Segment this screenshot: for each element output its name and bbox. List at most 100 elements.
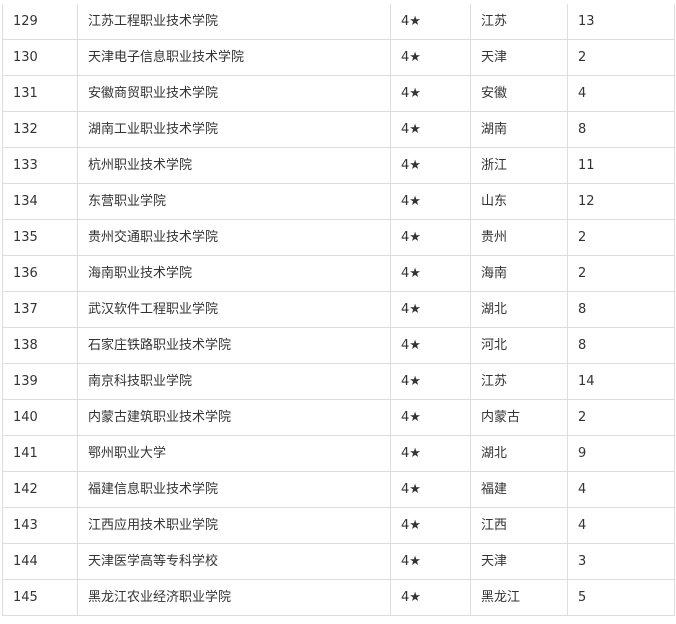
province-cell: 河北 [470, 327, 568, 364]
province-cell: 安徽 [470, 75, 568, 112]
rank-cell: 130 [2, 39, 78, 76]
star-rating-cell: 4★ [390, 219, 471, 256]
count-cell: 3 [567, 543, 675, 580]
table-row: 142 福建信息职业技术学院 4★ 福建 4 [2, 471, 675, 508]
province-cell: 湖南 [470, 111, 568, 148]
school-name-cell: 海南职业技术学院 [77, 255, 391, 292]
count-cell: 2 [567, 255, 675, 292]
school-name-cell: 杭州职业技术学院 [77, 147, 391, 184]
star-rating-cell: 4★ [390, 471, 471, 508]
star-rating-cell: 4★ [390, 435, 471, 472]
star-rating-cell: 4★ [390, 147, 471, 184]
count-cell: 2 [567, 39, 675, 76]
star-rating-cell: 4★ [390, 183, 471, 220]
star-rating-cell: 4★ [390, 111, 471, 148]
province-cell: 江苏 [470, 4, 568, 40]
province-cell: 湖北 [470, 291, 568, 328]
star-rating-cell: 4★ [390, 291, 471, 328]
count-cell: 12 [567, 183, 675, 220]
table-row: 144 天津医学高等专科学校 4★ 天津 3 [2, 543, 675, 580]
table-row: 138 石家庄铁路职业技术学院 4★ 河北 8 [2, 327, 675, 364]
school-name-cell: 湖南工业职业技术学院 [77, 111, 391, 148]
school-name-cell: 福建信息职业技术学院 [77, 471, 391, 508]
count-cell: 8 [567, 111, 675, 148]
ranking-table-container: 129 江苏工程职业技术学院 4★ 江苏 13 130 天津电子信息职业技术学院 4★ 天津 2 1… [0, 4, 676, 616]
province-cell: 浙江 [470, 147, 568, 184]
table-row: 129 江苏工程职业技术学院 4★ 江苏 13 [2, 4, 675, 40]
star-rating-cell: 4★ [390, 507, 471, 544]
rank-cell: 142 [2, 471, 78, 508]
province-cell: 江苏 [470, 363, 568, 400]
rank-cell: 132 [2, 111, 78, 148]
table-row: 140 内蒙古建筑职业技术学院 4★ 内蒙古 2 [2, 399, 675, 436]
count-cell: 4 [567, 507, 675, 544]
count-cell: 13 [567, 4, 675, 40]
school-name-cell: 南京科技职业学院 [77, 363, 391, 400]
table-row: 145 黑龙江农业经济职业学院 4★ 黑龙江 5 [2, 579, 675, 616]
school-name-cell: 鄂州职业大学 [77, 435, 391, 472]
province-cell: 天津 [470, 543, 568, 580]
star-rating-cell: 4★ [390, 255, 471, 292]
table-row: 132 湖南工业职业技术学院 4★ 湖南 8 [2, 111, 675, 148]
table-row: 143 江西应用技术职业学院 4★ 江西 4 [2, 507, 675, 544]
count-cell: 5 [567, 579, 675, 616]
rank-cell: 135 [2, 219, 78, 256]
rank-cell: 136 [2, 255, 78, 292]
count-cell: 4 [567, 471, 675, 508]
table-row: 130 天津电子信息职业技术学院 4★ 天津 2 [2, 39, 675, 76]
school-name-cell: 天津电子信息职业技术学院 [77, 39, 391, 76]
table-row: 139 南京科技职业学院 4★ 江苏 14 [2, 363, 675, 400]
count-cell: 9 [567, 435, 675, 472]
school-name-cell: 天津医学高等专科学校 [77, 543, 391, 580]
province-cell: 山东 [470, 183, 568, 220]
rank-cell: 145 [2, 579, 78, 616]
star-rating-cell: 4★ [390, 399, 471, 436]
table-row: 136 海南职业技术学院 4★ 海南 2 [2, 255, 675, 292]
province-cell: 福建 [470, 471, 568, 508]
school-name-cell: 安徽商贸职业技术学院 [77, 75, 391, 112]
province-cell: 黑龙江 [470, 579, 568, 616]
province-cell: 江西 [470, 507, 568, 544]
table-row: 137 武汉软件工程职业学院 4★ 湖北 8 [2, 291, 675, 328]
count-cell: 2 [567, 399, 675, 436]
school-name-cell: 贵州交通职业技术学院 [77, 219, 391, 256]
school-name-cell: 东营职业学院 [77, 183, 391, 220]
rank-cell: 139 [2, 363, 78, 400]
table-row: 131 安徽商贸职业技术学院 4★ 安徽 4 [2, 75, 675, 112]
rank-cell: 134 [2, 183, 78, 220]
rank-cell: 144 [2, 543, 78, 580]
count-cell: 14 [567, 363, 675, 400]
table-row: 134 东营职业学院 4★ 山东 12 [2, 183, 675, 220]
count-cell: 4 [567, 75, 675, 112]
school-name-cell: 内蒙古建筑职业技术学院 [77, 399, 391, 436]
table-row: 135 贵州交通职业技术学院 4★ 贵州 2 [2, 219, 675, 256]
province-cell: 天津 [470, 39, 568, 76]
count-cell: 8 [567, 327, 675, 364]
province-cell: 内蒙古 [470, 399, 568, 436]
rank-cell: 141 [2, 435, 78, 472]
ranking-table: 129 江苏工程职业技术学院 4★ 江苏 13 130 天津电子信息职业技术学院 4★ 天津 2 1… [2, 4, 675, 616]
star-rating-cell: 4★ [390, 327, 471, 364]
table-row: 133 杭州职业技术学院 4★ 浙江 11 [2, 147, 675, 184]
table-row: 141 鄂州职业大学 4★ 湖北 9 [2, 435, 675, 472]
star-rating-cell: 4★ [390, 39, 471, 76]
rank-cell: 131 [2, 75, 78, 112]
rank-cell: 140 [2, 399, 78, 436]
province-cell: 贵州 [470, 219, 568, 256]
star-rating-cell: 4★ [390, 579, 471, 616]
rank-cell: 137 [2, 291, 78, 328]
province-cell: 湖北 [470, 435, 568, 472]
count-cell: 8 [567, 291, 675, 328]
school-name-cell: 江苏工程职业技术学院 [77, 4, 391, 40]
province-cell: 海南 [470, 255, 568, 292]
star-rating-cell: 4★ [390, 363, 471, 400]
rank-cell: 143 [2, 507, 78, 544]
star-rating-cell: 4★ [390, 75, 471, 112]
ranking-table-body: 129 江苏工程职业技术学院 4★ 江苏 13 130 天津电子信息职业技术学院 4★ 天津 2 1… [2, 4, 675, 616]
school-name-cell: 石家庄铁路职业技术学院 [77, 327, 391, 364]
count-cell: 2 [567, 219, 675, 256]
star-rating-cell: 4★ [390, 543, 471, 580]
rank-cell: 129 [2, 4, 78, 40]
rank-cell: 133 [2, 147, 78, 184]
school-name-cell: 武汉软件工程职业学院 [77, 291, 391, 328]
